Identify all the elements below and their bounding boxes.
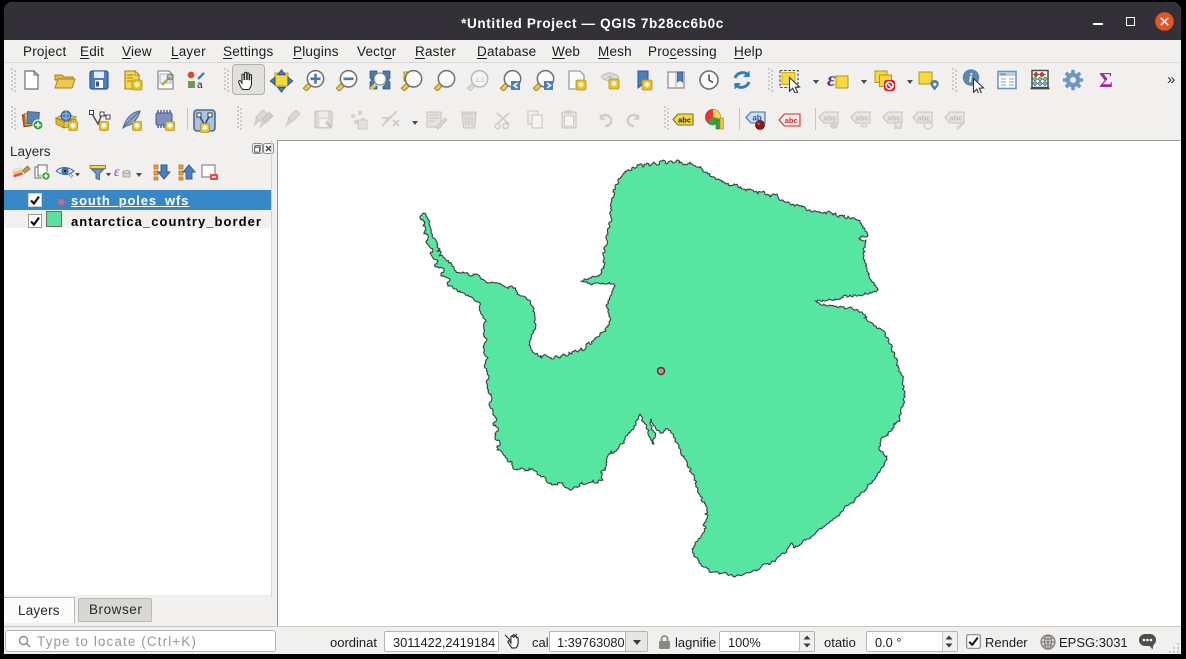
svg-text:ε: ε <box>114 165 120 180</box>
svg-text:✱: ✱ <box>644 81 651 90</box>
svg-text:✱: ✱ <box>134 81 141 90</box>
svg-text:i: i <box>969 70 973 85</box>
svg-text:1:1: 1:1 <box>475 77 484 84</box>
svg-text:✱: ✱ <box>202 124 209 133</box>
svg-text:✱: ✱ <box>578 81 585 90</box>
svg-text:abc: abc <box>950 113 963 122</box>
svg-text:abc: abc <box>785 116 798 125</box>
svg-text:✱: ✱ <box>134 122 141 131</box>
svg-text:Σ: Σ <box>1099 69 1113 91</box>
svg-text:abc: abc <box>856 113 869 122</box>
svg-text:✱: ✱ <box>167 122 174 131</box>
svg-text:✱: ✱ <box>70 122 77 131</box>
svg-text:abc: abc <box>888 113 901 122</box>
svg-text:✱: ✱ <box>611 80 618 89</box>
svg-text:abc: abc <box>824 113 837 122</box>
svg-text:✱: ✱ <box>101 122 108 131</box>
svg-text:a: a <box>197 80 203 91</box>
svg-text:abc: abc <box>678 115 691 124</box>
svg-text:ε: ε <box>827 69 836 91</box>
